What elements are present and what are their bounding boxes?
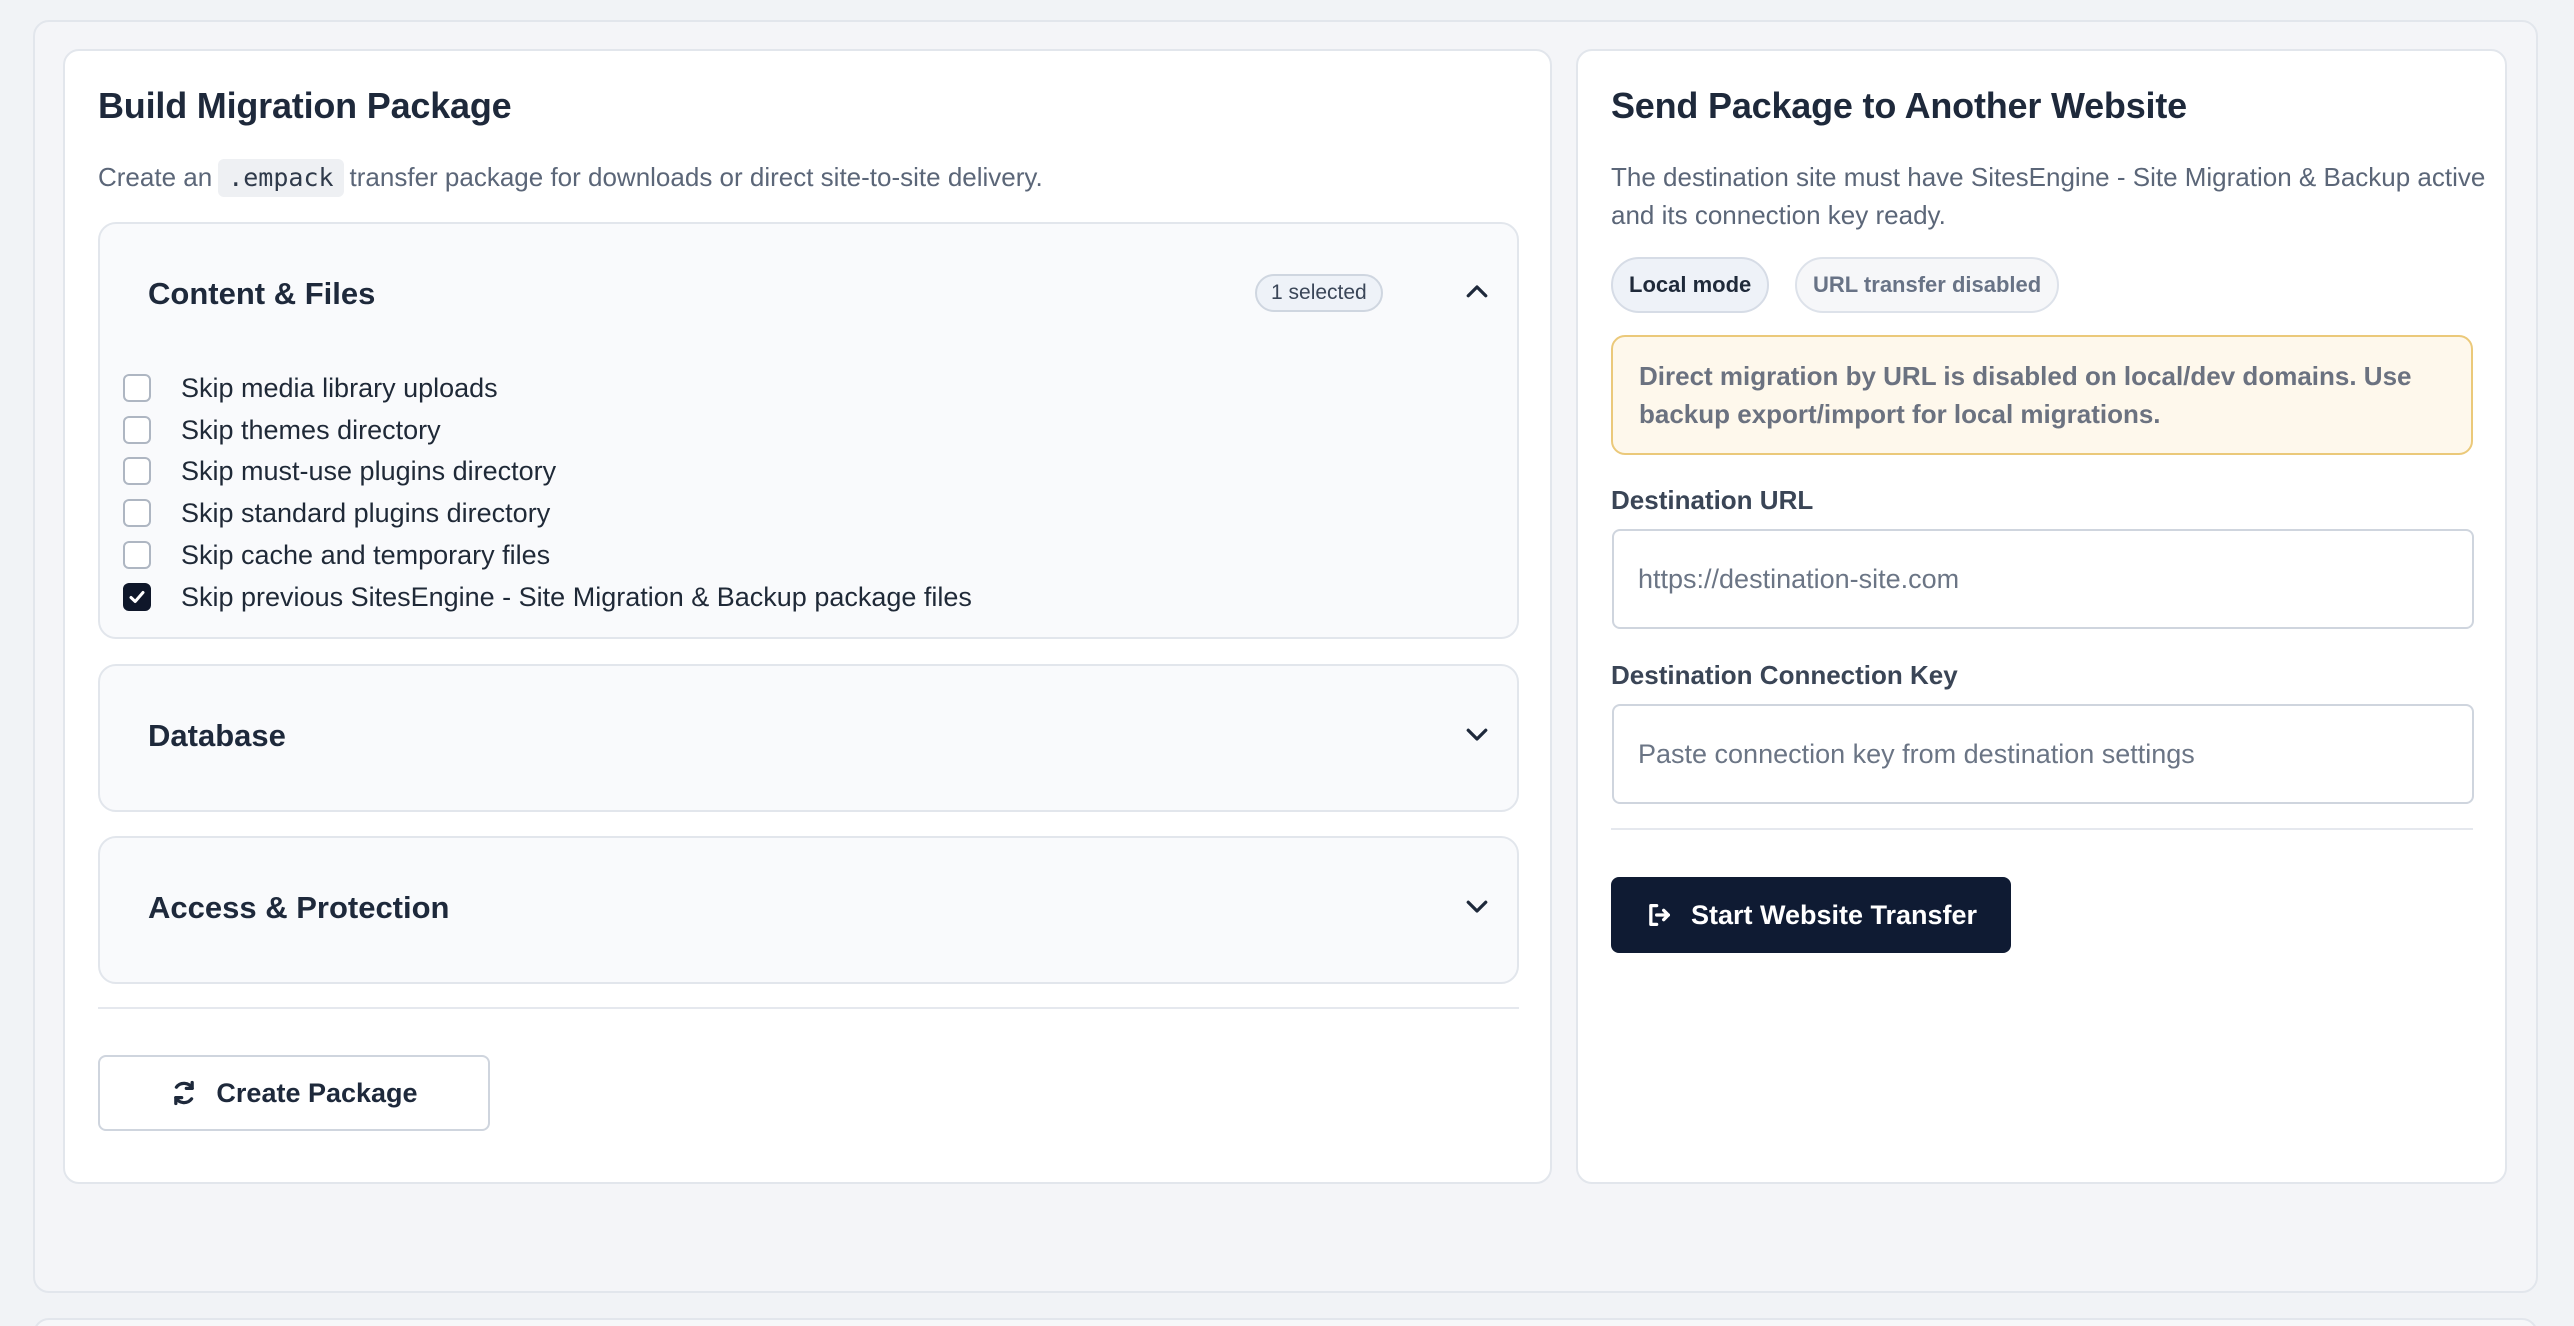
empack-code: .empack <box>218 159 344 197</box>
build-package-title: Build Migration Package <box>98 85 512 126</box>
option-label: Skip standard plugins directory <box>181 497 551 528</box>
chevron-down-icon[interactable] <box>1462 719 1492 749</box>
option-skip-media[interactable]: Skip media library uploads <box>123 370 498 406</box>
local-domain-warning: Direct migration by URL is disabled on l… <box>1611 335 2473 455</box>
section-access-protection[interactable]: Access & Protection <box>98 836 1519 984</box>
checkbox[interactable] <box>123 416 151 444</box>
send-package-title: Send Package to Another Website <box>1611 85 2187 126</box>
build-package-subtitle: Create an .empack transfer package for dow… <box>98 158 1043 197</box>
option-skip-plugins[interactable]: Skip standard plugins directory <box>123 495 550 531</box>
chevron-up-icon[interactable] <box>1462 277 1492 307</box>
checkbox-checked[interactable] <box>123 583 151 611</box>
checkbox[interactable] <box>123 541 151 569</box>
checkbox[interactable] <box>123 457 151 485</box>
option-skip-previous-packages[interactable]: Skip previous SitesEngine - Site Migrati… <box>123 579 972 615</box>
checkbox[interactable] <box>123 374 151 402</box>
option-skip-mu-plugins[interactable]: Skip must-use plugins directory <box>123 453 556 489</box>
checkbox[interactable] <box>123 499 151 527</box>
option-label: Skip cache and temporary files <box>181 539 551 570</box>
option-label: Skip themes directory <box>181 414 441 445</box>
refresh-icon <box>174 1080 195 1106</box>
divider <box>98 1007 1519 1009</box>
destination-url-label: Destination URL <box>1611 485 1814 515</box>
option-label: Skip must-use plugins directory <box>181 455 557 486</box>
create-package-label: Create Package <box>216 1077 418 1108</box>
build-package-card: Build Migration Package Create an .empack… <box>63 49 1552 1184</box>
url-transfer-disabled-badge: URL transfer disabled <box>1795 257 2060 313</box>
section-database-title[interactable]: Database <box>148 718 286 754</box>
section-content-files: Content & Files 1 selected Skip media li… <box>98 222 1519 639</box>
section-access-title[interactable]: Access & Protection <box>148 890 450 926</box>
connection-key-label: Destination Connection Key <box>1611 660 1958 690</box>
option-label: Skip previous SitesEngine - Site Migrati… <box>181 581 972 612</box>
section-content-files-title[interactable]: Content & Files <box>148 276 375 312</box>
destination-url-input[interactable] <box>1612 529 2474 629</box>
next-panel-edge <box>33 1318 2538 1326</box>
chevron-down-icon[interactable] <box>1462 891 1492 921</box>
send-package-description: The destination site must have SitesEngi… <box>1611 162 2486 230</box>
subtitle-text-after: transfer package for downloads or direct… <box>349 162 1043 192</box>
subtitle-text-before: Create an <box>98 162 213 192</box>
export-icon <box>1649 904 1670 926</box>
local-mode-badge: Local mode <box>1611 257 1770 313</box>
connection-key-input[interactable] <box>1612 704 2474 804</box>
start-transfer-button[interactable]: Start Website Transfer <box>1611 877 2011 953</box>
option-label: Skip media library uploads <box>181 372 498 403</box>
selected-count-badge: 1 selected <box>1255 274 1383 312</box>
start-transfer-label: Start Website Transfer <box>1690 899 1978 930</box>
option-skip-themes[interactable]: Skip themes directory <box>123 412 441 448</box>
option-skip-cache[interactable]: Skip cache and temporary files <box>123 537 550 573</box>
check-icon <box>129 591 145 603</box>
create-package-button[interactable]: Create Package <box>98 1055 490 1131</box>
section-database[interactable]: Database <box>98 664 1519 812</box>
divider <box>1611 828 2473 830</box>
send-package-card: Send Package to Another Website The dest… <box>1576 49 2507 1184</box>
